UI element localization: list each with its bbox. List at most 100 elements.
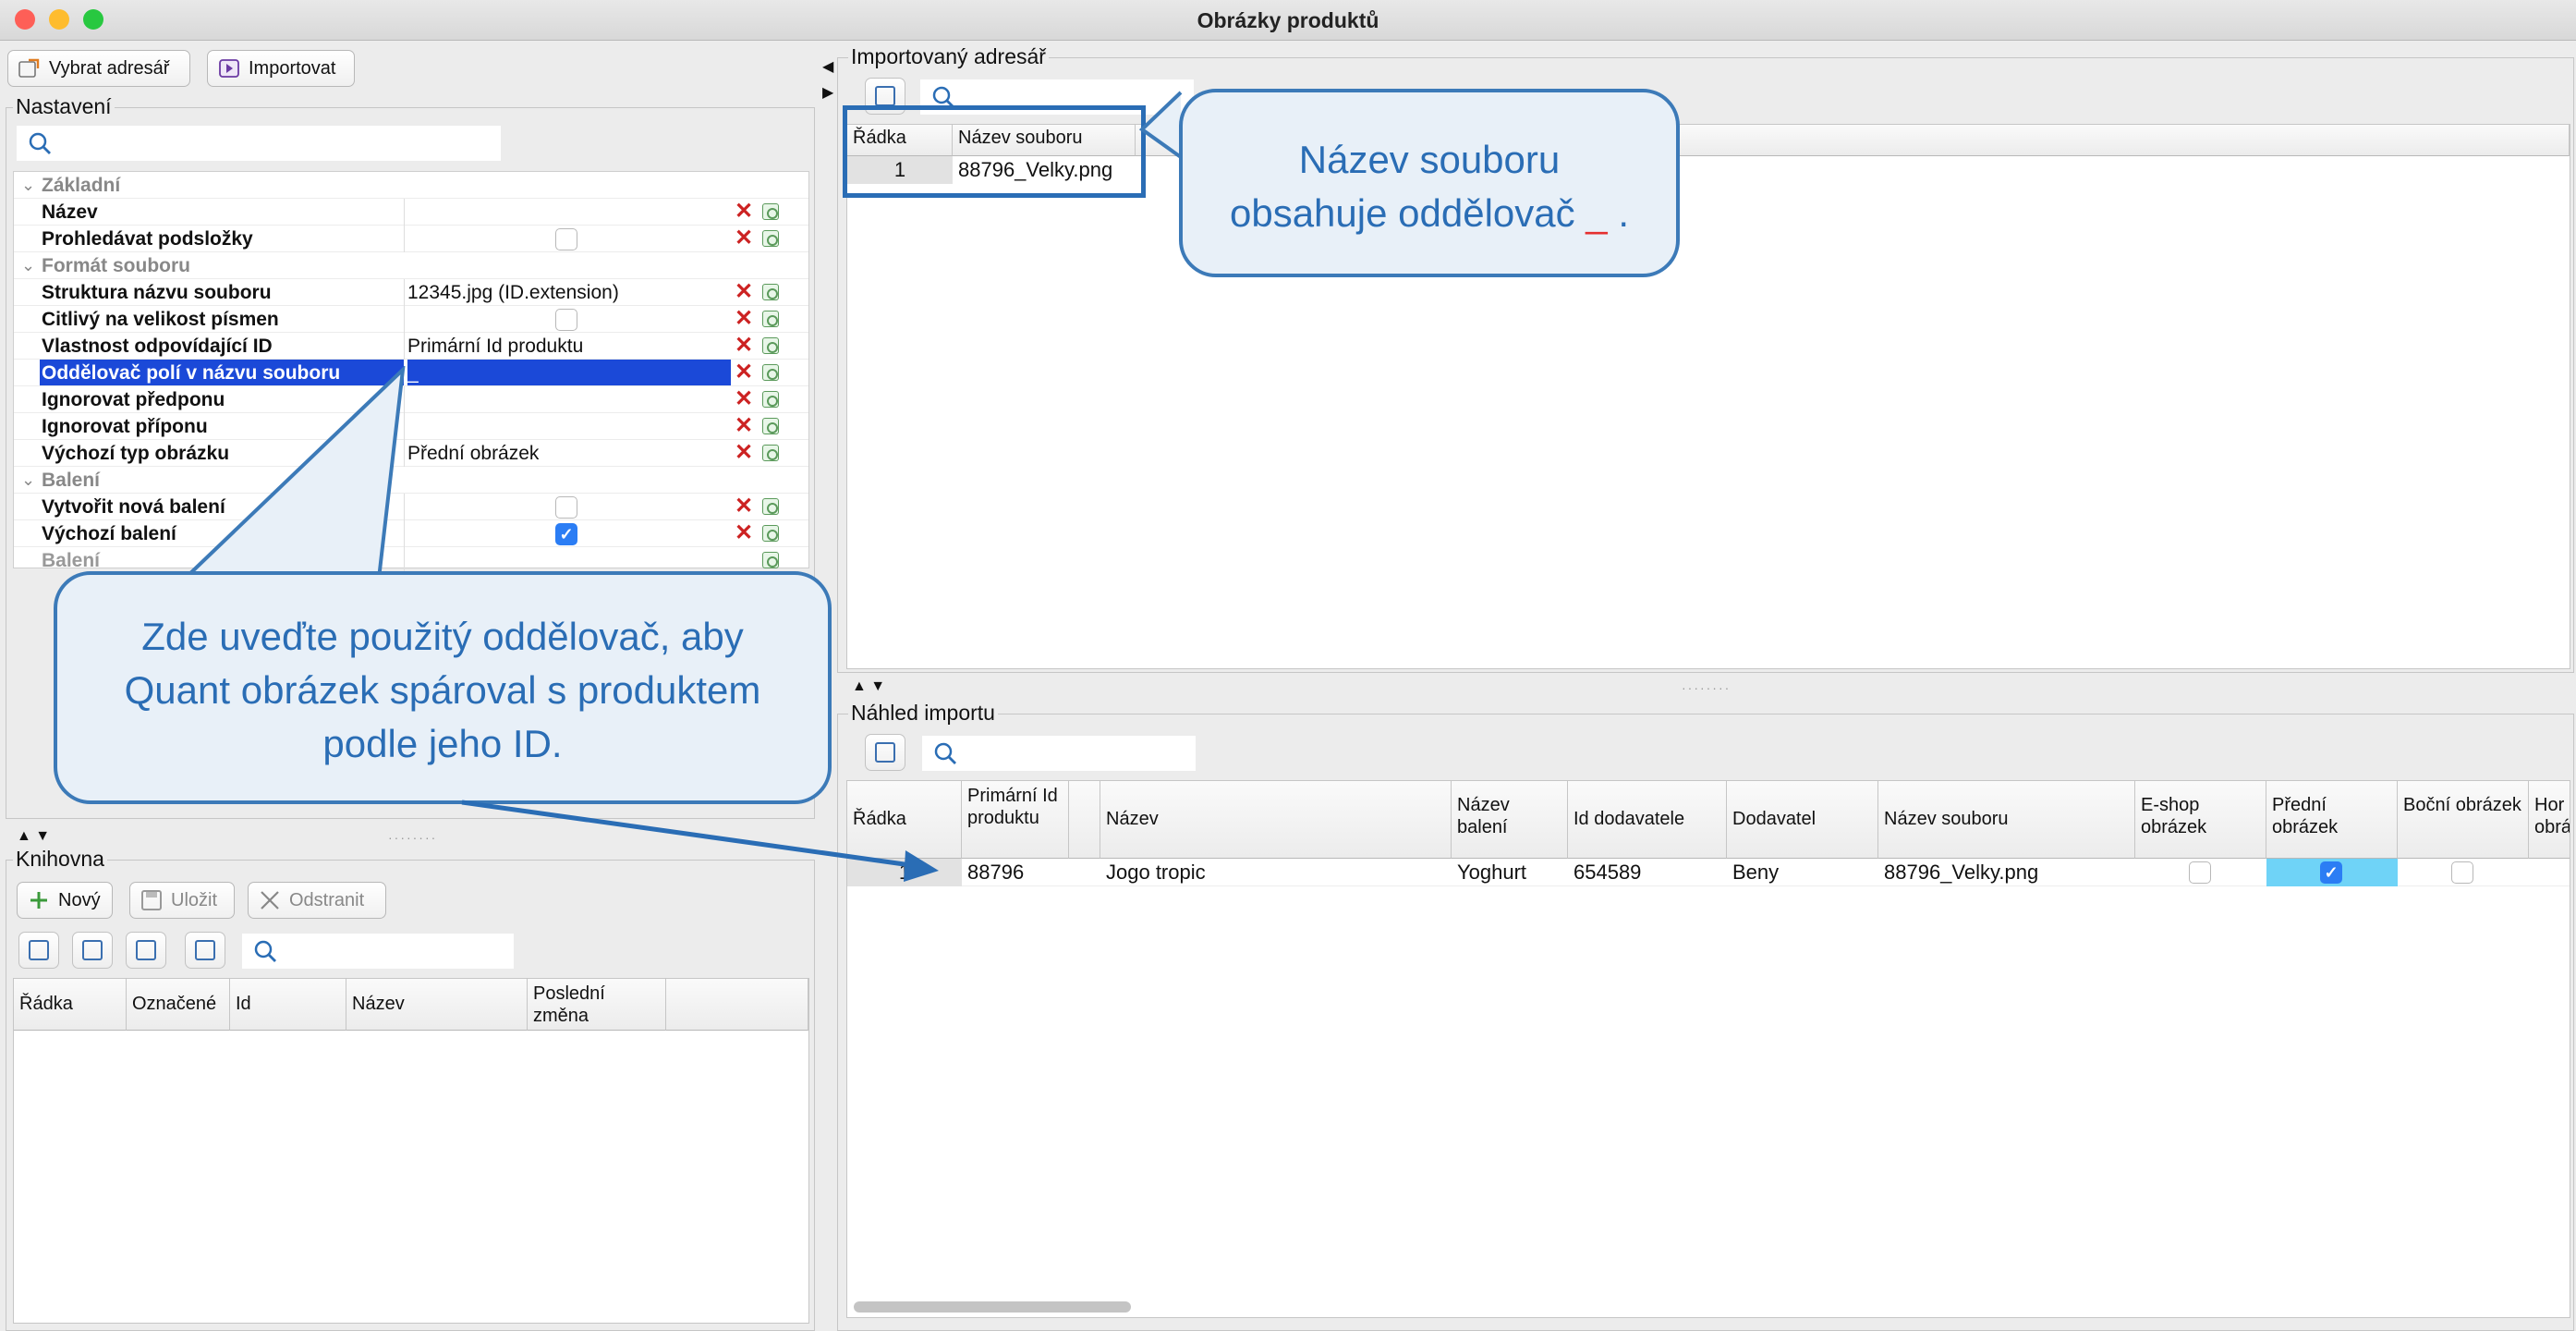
clear-icon[interactable]: ✕ <box>733 281 755 303</box>
copy-button[interactable] <box>72 932 113 969</box>
preview-search-input[interactable] <box>922 736 1196 771</box>
callout-line: podle jeho ID. <box>322 722 563 765</box>
property-row-search-subfolders[interactable]: Prohledávat podsložky ✕ <box>14 226 808 252</box>
reset-default-icon[interactable] <box>762 311 779 327</box>
category-row-file-format[interactable]: ⌄ Formát souboru <box>14 252 808 279</box>
property-label: Vlastnost odpovídající ID <box>42 336 273 357</box>
horizontal-scrollbar[interactable] <box>854 1301 1131 1313</box>
property-label: Struktura názvu souboru <box>42 282 272 303</box>
reset-default-icon[interactable] <box>762 498 779 515</box>
floppy-icon <box>141 890 162 910</box>
reset-default-icon[interactable] <box>762 445 779 461</box>
import-preview-title: Náhled importu <box>848 701 998 726</box>
clipboard-button[interactable] <box>185 932 225 969</box>
clear-icon[interactable]: ✕ <box>733 442 755 464</box>
reset-default-icon[interactable] <box>762 203 779 220</box>
front-image-checkbox[interactable]: ✓ <box>2320 861 2342 884</box>
filter-column-icon[interactable] <box>1069 781 1100 859</box>
reset-default-icon[interactable] <box>762 337 779 354</box>
category-row-basic[interactable]: ⌄ Základní <box>14 172 808 199</box>
property-row-filename-structure[interactable]: Struktura názvu souboru 12345.jpg (ID.ex… <box>14 279 808 306</box>
clear-icon[interactable]: ✕ <box>733 335 755 357</box>
column-header[interactable]: Id dodavatele <box>1568 781 1727 859</box>
new-button[interactable]: Nový <box>17 882 113 919</box>
splitter-handle[interactable]: ········ <box>388 830 437 845</box>
column-header[interactable]: Název balení <box>1452 781 1568 859</box>
column-header[interactable]: Dodavatel <box>1727 781 1878 859</box>
column-header-empty <box>666 979 808 1031</box>
column-header[interactable]: Řádka <box>14 979 127 1031</box>
table-row[interactable]: 1 88796 Jogo tropic Yoghurt 654589 Beny … <box>847 859 2570 886</box>
property-value[interactable]: Přední obrázek <box>407 440 539 467</box>
reset-default-icon[interactable] <box>762 552 779 568</box>
callout-line: Název souboru <box>1298 138 1561 181</box>
column-header[interactable]: Název souboru <box>1878 781 2135 859</box>
callout-separator-instruction: Zde uveďte použitý oddělovač, aby Quant … <box>54 571 832 804</box>
highlight-box <box>843 105 1146 198</box>
property-row-name[interactable]: Název ✕ <box>14 199 808 226</box>
clipboard-icon <box>875 86 895 106</box>
clear-icon[interactable]: ✕ <box>733 227 755 250</box>
create-packaging-checkbox[interactable] <box>555 496 577 519</box>
column-header[interactable]: Poslední změna <box>528 979 666 1031</box>
collapse-left-arrow-icon[interactable]: ◀ <box>822 57 833 76</box>
clear-icon[interactable]: ✕ <box>733 308 755 330</box>
reset-default-icon[interactable] <box>762 284 779 300</box>
clear-icon[interactable]: ✕ <box>733 388 755 410</box>
case-sensitive-checkbox[interactable] <box>555 309 577 331</box>
settings-search-input[interactable] <box>17 126 501 161</box>
property-row-case-sensitive[interactable]: Citlivý na velikost písmen ✕ <box>14 306 808 333</box>
column-header[interactable]: E-shop obrázek <box>2135 781 2266 859</box>
help-icon <box>136 940 156 960</box>
help-button[interactable] <box>126 932 166 969</box>
primary-id-cell: 88796 <box>967 861 1025 884</box>
delete-button[interactable]: Odstranit <box>248 882 386 919</box>
clear-icon[interactable]: ✕ <box>733 201 755 223</box>
column-header[interactable]: Id <box>230 979 346 1031</box>
reset-default-icon[interactable] <box>762 391 779 408</box>
clear-icon[interactable]: ✕ <box>733 361 755 384</box>
import-button[interactable]: Importovat <box>207 50 355 87</box>
column-header[interactable]: Hor obrá <box>2529 781 2570 859</box>
eshop-image-checkbox[interactable] <box>2189 861 2211 884</box>
reset-default-icon[interactable] <box>762 364 779 381</box>
column-header[interactable]: Boční obrázek <box>2398 781 2529 859</box>
default-packaging-checkbox[interactable]: ✓ <box>555 523 577 545</box>
clear-icon[interactable]: ✕ <box>733 495 755 518</box>
library-table: Řádka Označené Id Název Poslední změna <box>13 978 809 1324</box>
column-header[interactable]: Název <box>1100 781 1452 859</box>
separator-char: _ <box>1586 191 1608 235</box>
column-header[interactable]: Primární Id produktu <box>962 781 1069 859</box>
property-row-id-property[interactable]: Vlastnost odpovídající ID Primární Id pr… <box>14 333 808 360</box>
library-search-input[interactable] <box>242 934 514 969</box>
reset-default-icon[interactable] <box>762 230 779 247</box>
column-header[interactable]: Název <box>346 979 528 1031</box>
column-header[interactable]: Označené <box>127 979 230 1031</box>
chevron-down-icon: ⌄ <box>21 256 36 275</box>
property-label: Prohledávat podsložky <box>42 228 253 250</box>
select-directory-button[interactable]: Vybrat adresář <box>7 50 190 87</box>
save-button[interactable]: Uložit <box>129 882 235 919</box>
clear-icon[interactable]: ✕ <box>733 415 755 437</box>
clipboard-button[interactable] <box>865 734 905 771</box>
check-all-button[interactable] <box>18 932 59 969</box>
expand-right-arrow-icon[interactable]: ▶ <box>822 83 833 102</box>
splitter-arrows-icon[interactable]: ▲ ▼ <box>852 678 885 695</box>
plus-icon <box>30 892 47 909</box>
supplier-cell: Beny <box>1732 861 1780 884</box>
property-value[interactable]: 12345.jpg (ID.extension) <box>407 279 619 306</box>
category-label: Formát souboru <box>42 255 190 276</box>
search-icon <box>29 132 51 154</box>
splitter-handle[interactable]: ········ <box>1682 680 1731 695</box>
splitter-arrows-icon[interactable]: ▲ ▼ <box>17 828 50 845</box>
name-cell: Jogo tropic <box>1106 861 1206 884</box>
arrow-annotation <box>461 800 939 882</box>
side-image-checkbox[interactable] <box>2451 861 2473 884</box>
search-subfolders-checkbox[interactable] <box>555 228 577 250</box>
column-header[interactable]: Přední obrázek <box>2266 781 2398 859</box>
reset-default-icon[interactable] <box>762 418 779 434</box>
clear-icon[interactable]: ✕ <box>733 522 755 544</box>
chevron-down-icon: ⌄ <box>21 176 36 194</box>
property-value[interactable]: Primární Id produktu <box>407 333 583 360</box>
reset-default-icon[interactable] <box>762 525 779 542</box>
